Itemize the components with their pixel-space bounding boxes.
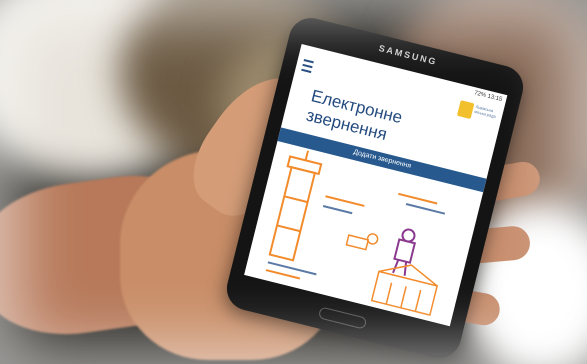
- hamburger-menu-icon[interactable]: [301, 59, 314, 74]
- decorative-dashes: [265, 192, 446, 280]
- building-illustration: [370, 264, 439, 316]
- home-button[interactable]: [317, 306, 368, 330]
- phone-screen: 72% 13:15 Львівська міська рада Електрон…: [244, 43, 508, 327]
- lion-illustration: [345, 233, 379, 251]
- tower-illustration: [268, 150, 323, 262]
- city-logo-icon: [456, 100, 475, 120]
- photo-scene: SAMSUNG 72% 13:15 Львівська міська рада …: [0, 0, 587, 364]
- status-time: 13:15: [486, 93, 503, 104]
- logo-text: Львівська міська рада: [473, 104, 497, 120]
- battery-level: 72%: [473, 90, 487, 99]
